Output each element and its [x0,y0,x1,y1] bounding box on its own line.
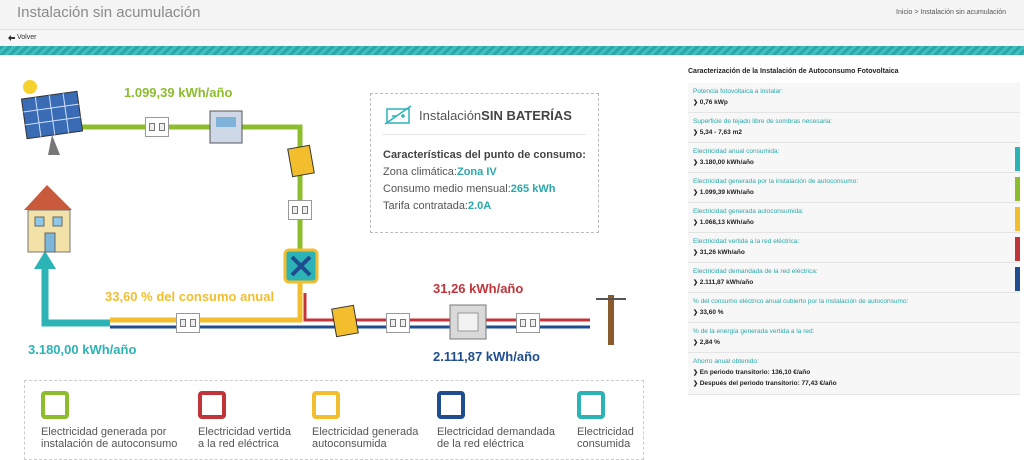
legend-item: Electricidad consumida [577,391,634,450]
result-card: Superficie de tejado libre de sombras ne… [688,113,1020,143]
legend-item: Electricidad generada por instalación de … [41,391,177,450]
back-label: Volver [17,34,37,41]
exported-value: 31,26 kWh/año [433,281,524,296]
result-card: Electricidad generada autoconsumida:1.06… [688,203,1020,233]
protection-panel [145,117,169,137]
legend: Electricidad generada por instalación de … [24,380,644,460]
breadcrumb-home-link[interactable]: Inicio [896,9,912,16]
legend-swatch [437,391,465,419]
legend-item: Electricidad generada autoconsumida [312,391,418,450]
protection-panel [288,200,312,220]
legend-item: Electricidad demandada de la red eléctric… [437,391,555,450]
energy-flow-diagram: 1.099,39 kWh/año 33,60 % del consumo anu… [0,55,670,460]
protection-panel [516,313,540,333]
panel-title: Caracterización de la Instalación de Aut… [688,68,899,75]
demanded-value: 2.111,87 kWh/año [433,349,540,364]
house-icon [24,185,72,253]
color-indicator [1015,147,1020,171]
installation-info-box: InstalaciónSIN BATERÍAS Características … [370,93,599,233]
sub-bar: Volver [0,30,1024,46]
color-indicator [1015,207,1020,231]
infobox-subtitle: Características del punto de consumo: [383,149,586,161]
infobox-title: InstalaciónSIN BATERÍAS [419,107,572,123]
infobox-row: Tarifa contratada:2.0A [383,200,492,212]
infobox-row: Zona climática:Zona IV [383,166,497,178]
legend-swatch [312,391,340,419]
result-card: % del consumo eléctrico anual cubierto p… [688,293,1020,323]
legend-swatch [577,391,605,419]
breadcrumb: Inicio > Instalación sin acumulación [896,9,1006,16]
infobox-row: Consumo medio mensual:265 kWh [383,183,556,195]
result-card: Electricidad generada por la instalación… [688,173,1020,203]
legend-swatch [198,391,226,419]
top-bar: Instalación sin acumulación Inicio > Ins… [0,0,1024,30]
self-consumed-percent: 33,60 % del consumo anual [105,289,275,304]
protection-panel [176,313,200,333]
result-card: Electricidad vertida a la red eléctrica:… [688,233,1020,263]
result-card: % de la energía generada vertida a la re… [688,323,1020,353]
arrow-left-icon [8,34,15,41]
decorative-stripe [0,46,1024,55]
breadcrumb-current: Instalación sin acumulación [920,9,1006,16]
result-card: Electricidad anual consumida:3.180,00 kW… [688,143,1020,173]
no-battery-icon [384,105,412,125]
color-indicator [1015,177,1020,201]
characterization-panel: Caracterización de la Instalación de Aut… [688,68,1020,395]
back-button[interactable]: Volver [8,34,36,41]
legend-item: Electricidad vertida a la red eléctrica [198,391,291,450]
breadcrumb-separator: > [914,9,919,16]
result-card: Potencia fotovoltaica a instalar:0,76 kW… [688,83,1020,113]
savings-card: Ahorro anual obtenido:En periodo transit… [688,353,1020,395]
utility-pole-icon [596,295,626,345]
result-card: Electricidad demandada de la red eléctri… [688,263,1020,293]
color-indicator [1015,267,1020,291]
page-title: Instalación sin acumulación [17,4,201,21]
solar-panel-icon [20,80,84,155]
legend-swatch [41,391,69,419]
generated-value: 1.099,39 kWh/año [124,85,233,100]
consumed-value: 3.180,00 kWh/año [28,342,137,357]
protection-panel [386,313,410,333]
color-indicator [1015,237,1020,261]
